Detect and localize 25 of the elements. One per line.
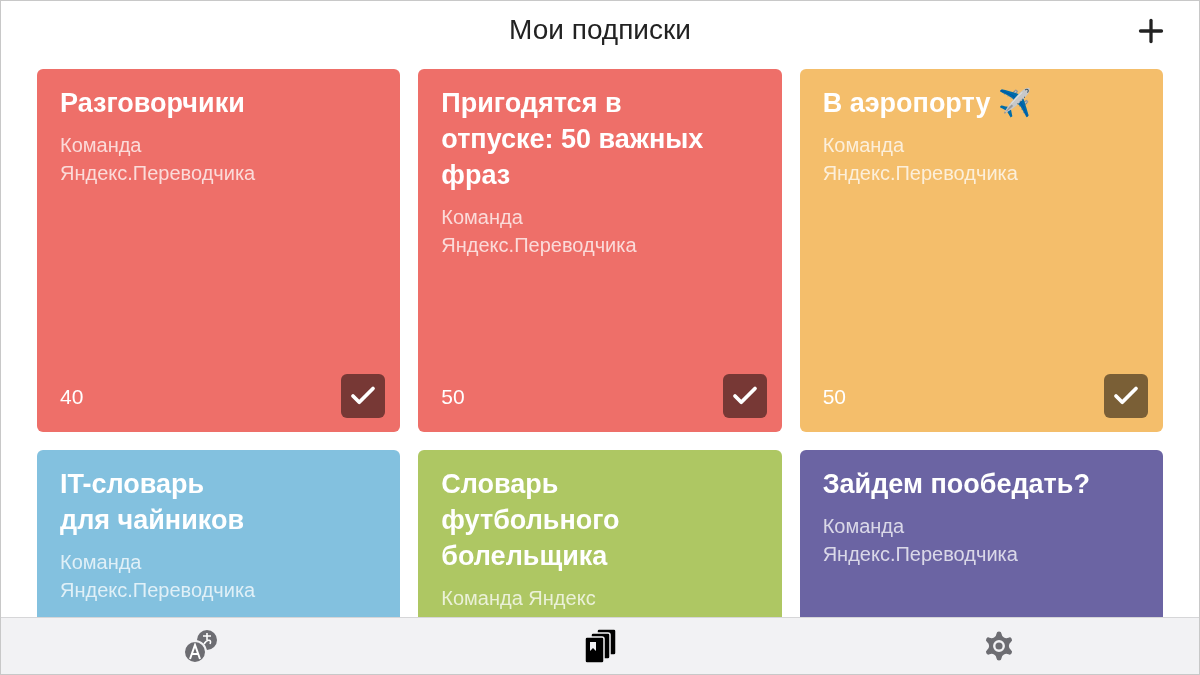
card-author: Команда Яндекс.Переводчика [822, 514, 1019, 567]
subscribed-checkbox[interactable] [722, 374, 767, 418]
card-title: Разговорчики [60, 87, 246, 120]
card-title: IT-словарь для чайников [60, 468, 245, 537]
card-author: Команда Яндекс [441, 586, 597, 611]
collection-card[interactable]: IT-словарь для чайников Команда Яндекс.Переводчика [37, 450, 401, 617]
card-author: Команда Яндекс.Переводчика [441, 205, 638, 258]
collection-card[interactable]: Пригодятся в отпуске: 50 важных фраз Команда Яндекс.Переводчика 50 [418, 69, 782, 432]
phrase-count: 50 [441, 383, 465, 410]
subscribed-checkbox[interactable] [1104, 374, 1148, 418]
card-title: В аэропорту ✈ [822, 87, 1033, 120]
card-author: Команда Яндекс.Переводчика [822, 133, 1019, 186]
card-title: Зайдем пообедать? [822, 468, 1091, 501]
phrase-count: 50 [822, 383, 846, 410]
card-title: Словарь футбольного болельщика [441, 468, 621, 573]
collection-card[interactable]: Зайдем пообедать? Команда Яндекс.Переводчика [799, 450, 1163, 617]
page-title: Мои подписки [509, 13, 691, 47]
card-author: Команда Яндекс.Переводчика [60, 133, 257, 186]
card-title: Пригодятся в отпуске: 50 важных фраз [441, 87, 705, 192]
subscribed-checkbox[interactable] [341, 374, 386, 418]
card-author: Команда Яндекс.Переводчика [60, 550, 257, 603]
collection-card[interactable]: Разговорчики Команда Яндекс.Переводчика 40 [37, 69, 401, 432]
phrase-count: 40 [60, 383, 84, 410]
collection-card[interactable]: В аэропорту ✈ Команда Яндекс.Переводчика 50 [799, 69, 1163, 432]
collection-card[interactable]: Словарь футбольного болельщика Команда Яндекс [418, 450, 782, 617]
